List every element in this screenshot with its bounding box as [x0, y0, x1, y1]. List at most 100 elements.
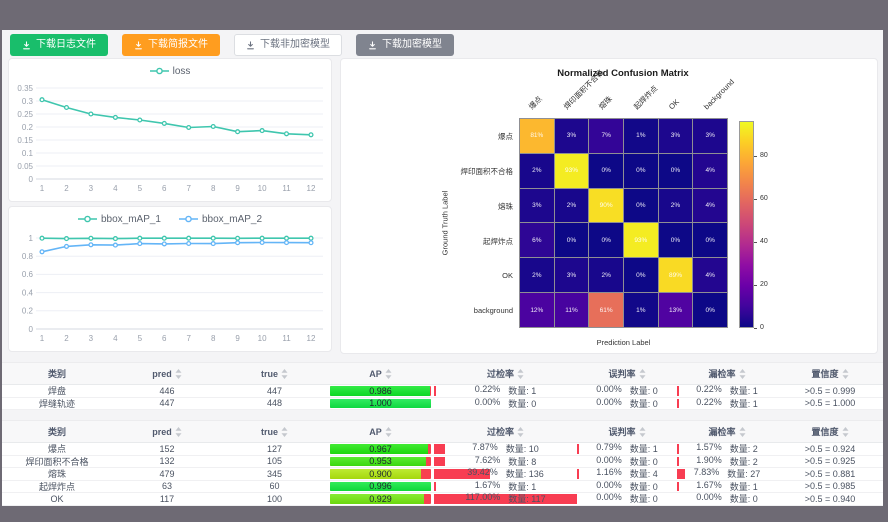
rate-percent: 0.00%	[596, 493, 622, 505]
ap-bar: 0.900	[330, 469, 431, 479]
sort-icon[interactable]	[739, 369, 746, 379]
class-name: 焊印面积不合格	[2, 456, 112, 468]
column-header-漏检率[interactable]: 漏检率	[677, 421, 777, 442]
column-header-AP[interactable]: AP	[327, 421, 434, 442]
over-detection-cell: 0.22%数量: 1	[434, 385, 577, 397]
svg-text:10: 10	[258, 334, 267, 343]
rate-count: 数量: 0	[630, 456, 658, 468]
download-button-4[interactable]: 下载加密模型	[356, 34, 454, 56]
matrix-cell: 1%	[624, 119, 658, 153]
column-header-过检率[interactable]: 过检率	[434, 363, 577, 384]
svg-text:6: 6	[162, 334, 167, 343]
miss-detection-cell: 1.90%数量: 2	[677, 456, 777, 468]
over-detection-cell: 39.42%数量: 136	[434, 468, 577, 480]
rate-count: 数量: 2	[730, 456, 758, 468]
column-header-pred[interactable]: pred	[112, 363, 222, 384]
sort-icon[interactable]	[639, 427, 646, 437]
sort-icon[interactable]	[842, 369, 849, 379]
column-header-置信度[interactable]: 置信度	[777, 363, 883, 384]
rate-count: 数量: 1	[730, 481, 758, 493]
matrix-cell: 0%	[555, 223, 589, 257]
sort-icon[interactable]	[385, 369, 392, 379]
column-header-误判率[interactable]: 误判率	[577, 363, 677, 384]
column-header-label: pred	[152, 427, 172, 437]
rate-percent: 1.16%	[596, 468, 622, 480]
sort-icon[interactable]	[639, 369, 646, 379]
false-judge-cell: 0.00%数量: 0	[577, 398, 677, 410]
matrix-cell: 7%	[589, 119, 623, 153]
sort-icon[interactable]	[517, 369, 524, 379]
sort-icon[interactable]	[175, 427, 182, 437]
sort-icon[interactable]	[281, 427, 288, 437]
column-header-label: 类别	[48, 425, 66, 438]
svg-text:7: 7	[187, 334, 192, 343]
ap-value: 0.929	[330, 494, 431, 504]
rate-bar	[434, 386, 436, 396]
ap-value: 0.953	[330, 457, 431, 467]
rate-count: 数量: 0	[630, 493, 658, 505]
column-header-label: 过检率	[487, 425, 514, 438]
true-value: 127	[222, 443, 327, 455]
pred-value: 117	[112, 493, 222, 505]
sort-icon[interactable]	[175, 369, 182, 379]
column-header-置信度[interactable]: 置信度	[777, 421, 883, 442]
colorbar-tick-label: 20	[760, 281, 768, 288]
sort-icon[interactable]	[281, 369, 288, 379]
download-button-3[interactable]: 下载非加密模型	[234, 34, 342, 56]
column-header-误判率[interactable]: 误判率	[577, 421, 677, 442]
rate-count: 数量: 0	[630, 481, 658, 493]
download-button-1[interactable]: 下载日志文件	[10, 34, 108, 56]
true-value: 345	[222, 468, 327, 480]
sort-icon[interactable]	[739, 427, 746, 437]
legend-marker-icon	[179, 215, 198, 223]
column-header-label: 漏检率	[708, 425, 735, 438]
svg-text:0: 0	[29, 325, 34, 334]
rate-count: 数量: 117	[508, 493, 545, 505]
rate-bar	[434, 444, 445, 454]
miss-detection-cell: 0.00%数量: 0	[677, 493, 777, 505]
pred-value: 479	[112, 468, 222, 480]
svg-text:1: 1	[29, 234, 34, 243]
svg-text:7: 7	[187, 184, 192, 193]
loss-chart-plot: 00.050.10.150.20.250.30.3512345678910111…	[9, 75, 333, 201]
svg-text:4: 4	[113, 334, 118, 343]
over-detection-cell: 0.00%数量: 0	[434, 398, 577, 410]
download-button-2[interactable]: 下载简报文件	[122, 34, 220, 56]
column-header-AP[interactable]: AP	[327, 363, 434, 384]
sort-icon[interactable]	[517, 427, 524, 437]
rate-count: 数量: 1	[730, 385, 758, 397]
pred-value: 132	[112, 456, 222, 468]
column-header-label: 误判率	[608, 367, 635, 380]
column-header-漏检率[interactable]: 漏检率	[677, 363, 777, 384]
column-header-true[interactable]: true	[222, 363, 327, 384]
toolbar: 下载日志文件 下载简报文件 下载非加密模型下载加密模型	[10, 34, 454, 56]
rate-percent: 0.22%	[696, 385, 722, 397]
matrix-col-label: 熔珠	[597, 94, 615, 112]
false-judge-cell: 1.16%数量: 4	[577, 468, 677, 480]
ap-bar: 0.953	[330, 457, 431, 467]
sort-icon[interactable]	[385, 427, 392, 437]
class-name: 熔珠	[2, 468, 112, 480]
dashboard: 下载日志文件下载简报文件下载非加密模型下载加密模型 loss 00.050.10…	[2, 30, 883, 506]
colorbar	[739, 121, 754, 328]
rate-percent: 1.67%	[696, 481, 722, 493]
matrix-cell: 0%	[693, 293, 727, 327]
rate-bar	[434, 457, 445, 467]
column-header-pred[interactable]: pred	[112, 421, 222, 442]
svg-text:3: 3	[89, 184, 94, 193]
matrix-cell: 0%	[624, 154, 658, 188]
matrix-row-label: OK	[417, 271, 513, 280]
column-header-true[interactable]: true	[222, 421, 327, 442]
svg-text:12: 12	[307, 184, 316, 193]
column-header-过检率[interactable]: 过检率	[434, 421, 577, 442]
colorbar-tick	[754, 328, 757, 329]
button-label: 下载简报文件	[148, 40, 208, 50]
true-value: 60	[222, 481, 327, 493]
ap-bar: 0.986	[330, 386, 431, 396]
sort-icon[interactable]	[842, 427, 849, 437]
pred-value: 447	[112, 398, 222, 410]
svg-text:9: 9	[235, 334, 240, 343]
matrix-cell: 61%	[589, 293, 623, 327]
rate-bar	[677, 469, 685, 479]
svg-text:0.6: 0.6	[22, 270, 34, 279]
